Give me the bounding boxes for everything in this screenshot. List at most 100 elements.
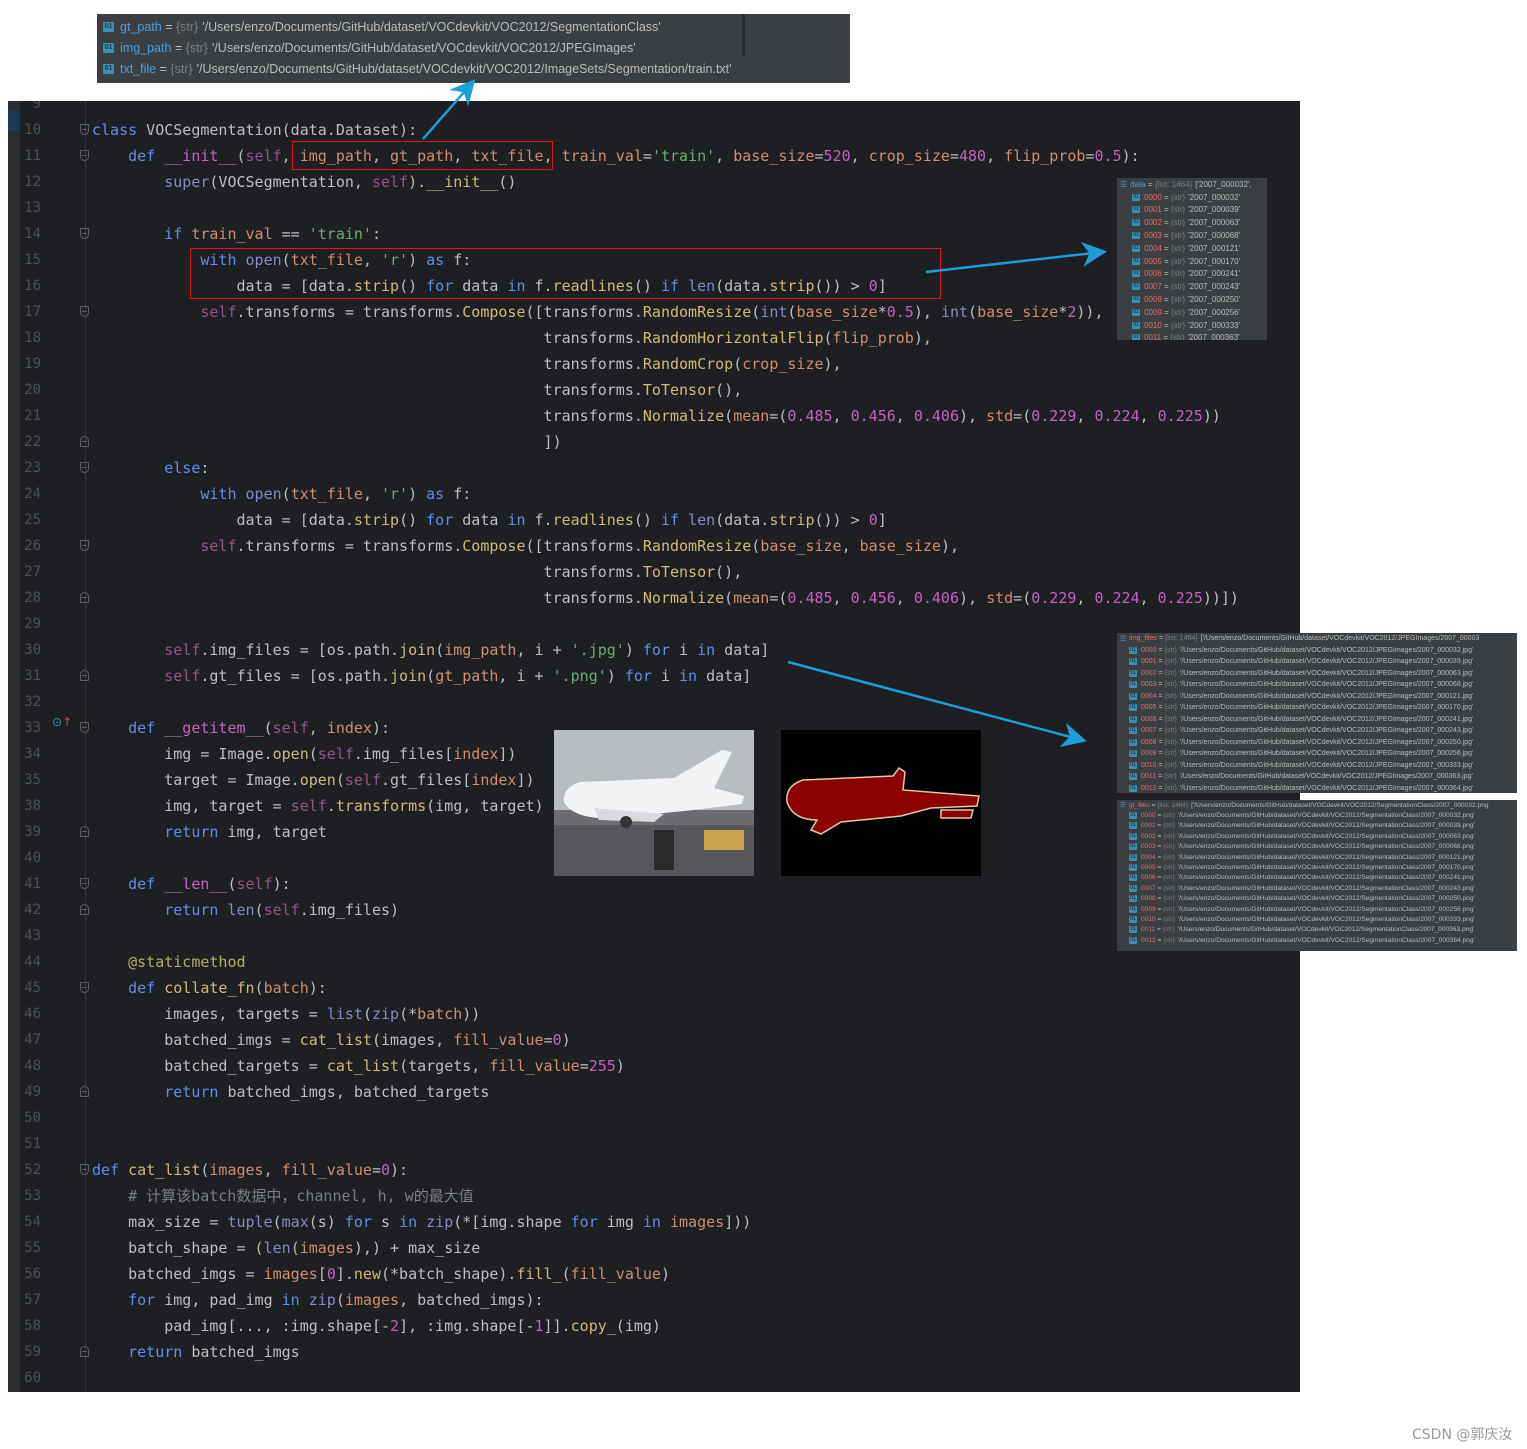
fold-collapse-icon[interactable]: [80, 826, 89, 837]
code-text[interactable]: batched_imgs = cat_list(images, fill_val…: [92, 1027, 570, 1053]
code-text[interactable]: transforms.ToTensor(),: [92, 377, 743, 403]
code-text[interactable]: @staticmethod: [92, 949, 245, 975]
code-line[interactable]: 10 class VOCSegmentation(data.Dataset):: [8, 117, 1300, 143]
list-item[interactable]: 01 0001 = {str} '2007_000039': [1117, 204, 1267, 217]
code-text[interactable]: def collate_fn(batch):: [92, 975, 327, 1001]
code-text[interactable]: return len(self.img_files): [92, 897, 399, 923]
list-item[interactable]: 01 0003 = {str} '2007_000068': [1117, 229, 1267, 242]
list-item[interactable]: 01 0011 = {str} '2007_000363': [1117, 332, 1267, 340]
code-line[interactable]: 52 def cat_list(images, fill_value=0):: [8, 1157, 1300, 1183]
list-item[interactable]: 01 0005 = {str} '2007_000170': [1117, 255, 1267, 268]
code-line[interactable]: 32: [8, 689, 1300, 715]
code-line[interactable]: 50: [8, 1105, 1300, 1131]
list-item[interactable]: 01 0001 = {str} '/Users/enzo/Documents/Git…: [1117, 821, 1517, 831]
code-text[interactable]: transforms.Normalize(mean=(0.485, 0.456,…: [92, 585, 1239, 611]
code-text[interactable]: img, target = self.transforms(img, targe…: [92, 793, 543, 819]
code-line[interactable]: 17 self.transforms = transforms.Compose(…: [8, 299, 1300, 325]
code-line[interactable]: 14 if train_val == 'train':: [8, 221, 1300, 247]
list-item[interactable]: 01 0004 = {str} '2007_000121': [1117, 242, 1267, 255]
code-line[interactable]: 25 data = [data.strip() for data in f.re…: [8, 507, 1300, 533]
fold-collapse-icon[interactable]: [80, 670, 89, 681]
list-item[interactable]: 01 0007 = {str} '/Users/enzo/Documents/Git…: [1117, 883, 1517, 893]
code-line[interactable]: 19 transforms.RandomCrop(crop_size),: [8, 351, 1300, 377]
list-header[interactable]: ☰ data = {list: 1464} ['2007_000032',: [1117, 178, 1267, 191]
list-item[interactable]: 01 0010 = {str} '/Users/enzo/Documents/Git…: [1117, 760, 1517, 772]
code-text[interactable]: batch_shape = (len(images),) + max_size: [92, 1235, 480, 1261]
code-line[interactable]: 27 transforms.ToTensor(),: [8, 559, 1300, 585]
list-item[interactable]: 01 0004 = {str} '/Users/enzo/Documents/Git…: [1117, 852, 1517, 862]
fold-expand-icon[interactable]: [80, 150, 89, 161]
list-item[interactable]: 01 0003 = {str} '/Users/enzo/Documents/Git…: [1117, 679, 1517, 691]
fold-expand-icon[interactable]: [80, 462, 89, 473]
code-line[interactable]: 31 self.gt_files = [os.path.join(gt_path…: [8, 663, 1300, 689]
fold-expand-icon[interactable]: [80, 540, 89, 551]
code-text[interactable]: def __getitem__(self, index):: [92, 715, 390, 741]
code-text[interactable]: # 计算该batch数据中，channel, h, w的最大值: [92, 1183, 474, 1209]
code-line[interactable]: 49 return batched_imgs, batched_targets: [8, 1079, 1300, 1105]
list-item[interactable]: 01 0006 = {str} '/Users/enzo/Documents/Git…: [1117, 873, 1517, 883]
code-text[interactable]: self.img_files = [os.path.join(img_path,…: [92, 637, 769, 663]
code-text[interactable]: self.transforms = transforms.Compose([tr…: [92, 533, 959, 559]
code-text[interactable]: for img, pad_img in zip(images, batched_…: [92, 1287, 543, 1313]
list-item[interactable]: 01 0000 = {str} '2007_000032': [1117, 191, 1267, 204]
code-text[interactable]: def __len__(self):: [92, 871, 291, 897]
code-line[interactable]: 47 batched_imgs = cat_list(images, fill_…: [8, 1027, 1300, 1053]
list-item[interactable]: 01 0005 = {str} '/Users/enzo/Documents/Git…: [1117, 702, 1517, 714]
list-item[interactable]: 01 0011 = {str} '/Users/enzo/Documents/Git…: [1117, 925, 1517, 935]
fold-collapse-icon[interactable]: [80, 1346, 89, 1357]
code-line[interactable]: 11 def __init__(self, img_path, gt_path,…: [8, 143, 1300, 169]
code-text[interactable]: transforms.Normalize(mean=(0.485, 0.456,…: [92, 403, 1221, 429]
code-line[interactable]: 22 ]): [8, 429, 1300, 455]
code-line[interactable]: 13: [8, 195, 1300, 221]
code-line[interactable]: 59 return batched_imgs: [8, 1339, 1300, 1365]
list-item[interactable]: 01 0011 = {str} '/Users/enzo/Documents/Git…: [1117, 771, 1517, 783]
code-line[interactable]: 46 images, targets = list(zip(*batch)): [8, 1001, 1300, 1027]
code-text[interactable]: transforms.RandomHorizontalFlip(flip_pro…: [92, 325, 932, 351]
fold-expand-icon[interactable]: [80, 1164, 89, 1175]
list-item[interactable]: 01 0008 = {str} '/Users/enzo/Documents/Git…: [1117, 737, 1517, 749]
code-text[interactable]: return img, target: [92, 819, 327, 845]
list-item[interactable]: 01 0009 = {str} '/Users/enzo/Documents/Git…: [1117, 904, 1517, 914]
code-text[interactable]: batched_targets = cat_list(targets, fill…: [92, 1053, 625, 1079]
list-item[interactable]: 01 0007 = {str} '2007_000243': [1117, 280, 1267, 293]
code-text[interactable]: super(VOCSegmentation, self).__init__(): [92, 169, 516, 195]
list-item[interactable]: 01 0006 = {str} '/Users/enzo/Documents/Git…: [1117, 714, 1517, 726]
code-line[interactable]: 55 batch_shape = (len(images),) + max_si…: [8, 1235, 1300, 1261]
fold-collapse-icon[interactable]: [80, 1086, 89, 1097]
code-text[interactable]: self.transforms = transforms.Compose([tr…: [92, 299, 1103, 325]
code-text[interactable]: class VOCSegmentation(data.Dataset):: [92, 117, 417, 143]
fold-expand-icon[interactable]: [80, 306, 89, 317]
code-line[interactable]: 42 return len(self.img_files): [8, 897, 1300, 923]
list-item[interactable]: 01 0004 = {str} '/Users/enzo/Documents/Git…: [1117, 691, 1517, 703]
variable-row[interactable]: 01 gt_path = {str} '/Users/enzo/Documents/…: [97, 16, 850, 37]
fold-expand-icon[interactable]: [80, 878, 89, 889]
code-text[interactable]: batched_imgs = images[0].new(*batch_shap…: [92, 1261, 670, 1287]
code-line[interactable]: 48 batched_targets = cat_list(targets, f…: [8, 1053, 1300, 1079]
list-item[interactable]: 01 0009 = {str} '2007_000256': [1117, 306, 1267, 319]
fold-collapse-icon[interactable]: [80, 592, 89, 603]
code-line[interactable]: 56 batched_imgs = images[0].new(*batch_s…: [8, 1261, 1300, 1287]
list-item[interactable]: 01 0002 = {str} '/Users/enzo/Documents/Git…: [1117, 831, 1517, 841]
code-line[interactable]: 18 transforms.RandomHorizontalFlip(flip_…: [8, 325, 1300, 351]
code-line[interactable]: 24 with open(txt_file, 'r') as f:: [8, 481, 1300, 507]
code-text[interactable]: transforms.RandomCrop(crop_size),: [92, 351, 842, 377]
code-line[interactable]: 58 pad_img[..., :img.shape[-2], :img.sha…: [8, 1313, 1300, 1339]
code-text[interactable]: if train_val == 'train':: [92, 221, 381, 247]
fold-expand-icon[interactable]: [80, 722, 89, 733]
code-text[interactable]: ]): [92, 429, 562, 455]
fold-expand-icon[interactable]: [80, 124, 89, 135]
code-line[interactable]: 29: [8, 611, 1300, 637]
list-item[interactable]: 01 0006 = {str} '2007_000241': [1117, 268, 1267, 281]
list-item[interactable]: 01 0012 = {str} '/Users/enzo/Documents/Git…: [1117, 935, 1517, 945]
list-item[interactable]: 01 0008 = {str} '2007_000250': [1117, 293, 1267, 306]
override-method-icon[interactable]: ⊙↑: [52, 715, 72, 729]
code-text[interactable]: pad_img[..., :img.shape[-2], :img.shape[…: [92, 1313, 661, 1339]
code-line[interactable]: 23 else:: [8, 455, 1300, 481]
list-item[interactable]: 01 0001 = {str} '/Users/enzo/Documents/Git…: [1117, 656, 1517, 668]
fold-expand-icon[interactable]: [80, 228, 89, 239]
code-line[interactable]: 57 for img, pad_img in zip(images, batch…: [8, 1287, 1300, 1313]
list-item[interactable]: 01 0002 = {str} '/Users/enzo/Documents/Git…: [1117, 668, 1517, 680]
list-item[interactable]: 01 0000 = {str} '/Users/enzo/Documents/Git…: [1117, 810, 1517, 820]
code-text[interactable]: self.gt_files = [os.path.join(gt_path, i…: [92, 663, 751, 689]
code-text[interactable]: img = Image.open(self.img_files[index]): [92, 741, 516, 767]
